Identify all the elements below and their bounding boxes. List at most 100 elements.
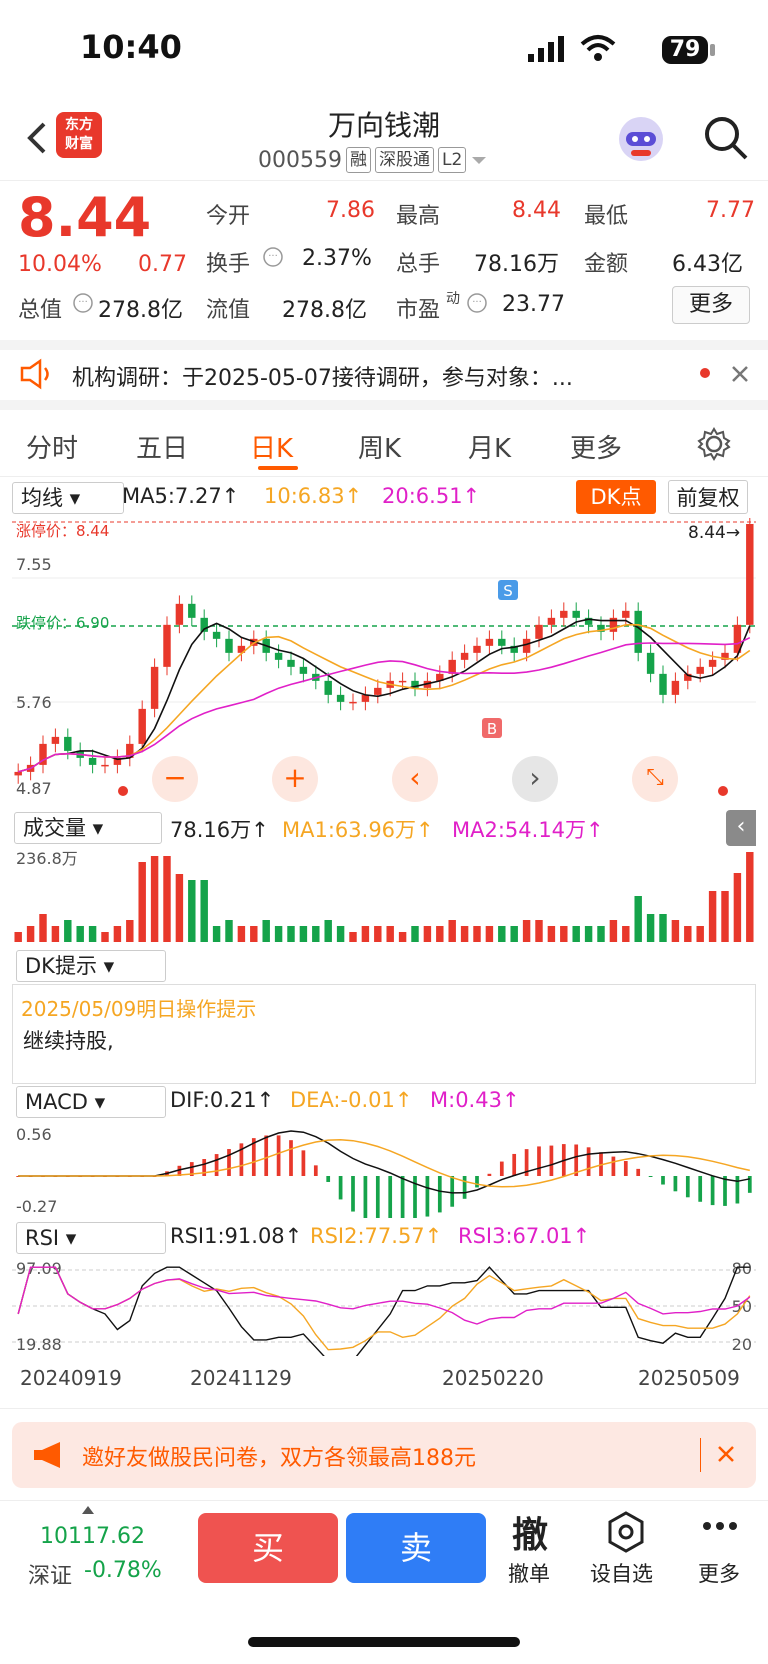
cancel-order-icon[interactable]: 撤 xyxy=(512,1506,548,1558)
info-icon[interactable]: ··· xyxy=(262,246,284,268)
news-ticker[interactable]: 机构调研：于2025-05-07接待调研，参与对象：... xyxy=(72,360,662,392)
label-volume: 总手 xyxy=(396,252,441,277)
candle xyxy=(51,736,60,744)
macd-bar xyxy=(487,1173,492,1176)
more-dots-icon[interactable] xyxy=(702,1520,738,1532)
volume-select[interactable]: 成交量 ▾ xyxy=(14,812,162,844)
volume-bar xyxy=(138,862,146,942)
svg-text:···: ··· xyxy=(78,297,88,308)
zoom-in-button[interactable]: + xyxy=(272,756,318,802)
y-label-low: 4.87 xyxy=(16,779,52,798)
tab-five-day[interactable]: 五日 xyxy=(136,428,188,465)
volume-bar xyxy=(398,932,407,942)
close-icon[interactable] xyxy=(730,364,750,384)
macd-select[interactable]: MACD ▾ xyxy=(16,1086,166,1118)
ma-select[interactable]: 均线 ▾ xyxy=(12,482,124,514)
dk-point-button[interactable]: DK点 xyxy=(576,480,656,514)
volume-bar xyxy=(597,926,605,942)
scroll-left-button[interactable]: ‹ xyxy=(392,756,438,802)
macd-bar xyxy=(214,1154,219,1176)
volume-bar xyxy=(498,926,506,942)
macd-bar xyxy=(363,1176,368,1218)
caret-up-icon[interactable] xyxy=(82,1506,94,1514)
volume-bar xyxy=(287,926,295,942)
volume-bar xyxy=(721,891,729,942)
zoom-out-button[interactable]: − xyxy=(152,756,198,802)
volume-bar xyxy=(175,874,184,942)
tab-weekly-k[interactable]: 周K xyxy=(358,428,401,465)
fullscreen-button[interactable]: ⤡ xyxy=(632,756,678,802)
macd-bar xyxy=(537,1146,541,1176)
volume-bar xyxy=(374,926,382,942)
dk-date-line: 2025/05/09明日操作提示 xyxy=(21,997,257,1021)
macd-bar xyxy=(735,1176,740,1204)
more-quote-button[interactable]: 更多 xyxy=(672,286,750,324)
macd-bar xyxy=(623,1161,628,1176)
volume-bar xyxy=(411,926,419,942)
dropdown-icon[interactable] xyxy=(470,154,488,166)
candle xyxy=(299,666,308,674)
candle xyxy=(163,624,171,667)
hexagon-icon[interactable] xyxy=(604,1510,648,1554)
volume-bar xyxy=(646,914,655,942)
robot-assistant-icon[interactable] xyxy=(614,112,668,166)
volume-bar xyxy=(671,920,680,942)
index-change[interactable]: -0.78% xyxy=(84,1558,162,1583)
scroll-right-button[interactable]: › xyxy=(512,756,558,802)
gear-icon[interactable] xyxy=(696,426,732,462)
limit-down-label: 跌停价：6.90 xyxy=(16,614,109,632)
unread-dot xyxy=(700,368,710,378)
volume-bar xyxy=(163,856,171,942)
banner-divider xyxy=(700,1438,701,1472)
volume-y-top: 236.8万 xyxy=(16,849,78,868)
dk-select[interactable]: DK提示 ▾ xyxy=(16,950,166,982)
macd-bar xyxy=(388,1176,393,1218)
tab-daily-k[interactable]: 日K xyxy=(250,428,293,465)
macd-y-bottom: -0.27 xyxy=(16,1197,57,1216)
sell-button[interactable]: 卖 xyxy=(346,1513,486,1583)
macd-bar xyxy=(512,1153,517,1176)
svg-text:···: ··· xyxy=(268,251,278,262)
more-label[interactable]: 更多 xyxy=(698,1558,740,1588)
tab-monthly-k[interactable]: 月K xyxy=(468,428,511,465)
close-icon[interactable] xyxy=(716,1444,736,1464)
stock-subtitle: 000559 融 深股通 L2 xyxy=(258,147,488,173)
banner-text: 邀好友做股民问卷，双方各领最高188元 xyxy=(82,1446,476,1471)
macd-bar xyxy=(289,1140,293,1176)
search-icon[interactable] xyxy=(702,114,750,162)
tab-minute[interactable]: 分时 xyxy=(26,428,78,465)
volume-bar xyxy=(299,926,308,942)
index-value[interactable]: 10117.62 xyxy=(40,1524,145,1549)
volume-bar xyxy=(572,926,580,942)
battery-indicator: 79 xyxy=(662,36,708,64)
macd-bar xyxy=(710,1176,715,1206)
buy-button[interactable]: 买 xyxy=(198,1513,338,1583)
candle xyxy=(324,680,332,695)
active-tab-indicator xyxy=(258,466,298,470)
collapse-panel-button[interactable]: ‹ xyxy=(726,810,756,846)
volume-bar xyxy=(423,926,432,942)
volume-bar xyxy=(64,920,72,942)
volume-bar xyxy=(349,932,357,942)
volume-bar xyxy=(51,926,60,942)
candle xyxy=(708,659,717,667)
promo-banner[interactable]: 邀好友做股民问卷，双方各领最高188元 xyxy=(12,1422,756,1488)
label-float-cap: 流值 xyxy=(206,298,251,323)
info-icon[interactable]: ··· xyxy=(72,292,94,314)
index-name[interactable]: 深证 xyxy=(28,1558,72,1590)
date-label: 20250220 xyxy=(442,1366,544,1390)
volume-bar xyxy=(485,926,494,942)
info-icon[interactable]: ··· xyxy=(466,292,488,314)
add-watchlist-label[interactable]: 设自选 xyxy=(590,1558,653,1588)
tab-more[interactable]: 更多 xyxy=(570,428,622,465)
volume-bar xyxy=(212,926,221,942)
volume-bar xyxy=(522,920,531,942)
volume-bar xyxy=(274,926,283,942)
cancel-order-label[interactable]: 撤单 xyxy=(508,1558,550,1588)
adjust-button[interactable]: 前复权 xyxy=(668,480,748,514)
candle xyxy=(572,610,580,618)
rsi-select[interactable]: RSI ▾ xyxy=(16,1222,166,1254)
volume-chart: 236.8万 xyxy=(14,849,754,942)
macd-bar xyxy=(698,1176,703,1202)
candle xyxy=(225,638,233,653)
